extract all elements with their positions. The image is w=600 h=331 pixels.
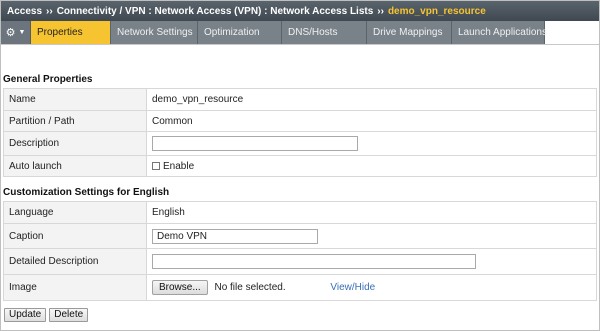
customization-heading: Customization Settings for English <box>3 187 170 198</box>
tab-optimization[interactable]: Optimization <box>198 21 282 44</box>
tab-network-settings[interactable]: Network Settings <box>111 21 198 44</box>
description-input[interactable] <box>152 136 358 151</box>
language-value: English <box>146 201 597 224</box>
breadcrumb-current: demo_vpn_resource <box>387 5 486 17</box>
general-properties-table: Name demo_vpn_resource Partition / Path … <box>3 88 597 177</box>
autolaunch-cell: Enable <box>146 155 597 177</box>
breadcrumb-separator: ›› <box>46 5 53 17</box>
tab-properties[interactable]: Properties <box>31 21 111 44</box>
tab-launch-applications[interactable]: Launch Applications <box>452 21 547 44</box>
general-properties-heading: General Properties <box>3 74 93 85</box>
image-label: Image <box>3 274 147 301</box>
breadcrumb: Access ›› Connectivity / VPN : Network A… <box>1 1 599 21</box>
caption-cell: Demo VPN <box>146 223 597 249</box>
autolaunch-enable-label[interactable]: Enable <box>163 161 194 172</box>
language-label: Language <box>3 201 147 224</box>
caption-input[interactable]: Demo VPN <box>152 228 318 244</box>
view-hide-link[interactable]: View/Hide <box>330 282 375 293</box>
partition-label: Partition / Path <box>3 110 147 132</box>
autolaunch-label: Auto launch <box>3 155 147 177</box>
settings-menu-button[interactable]: ⚙ ▼ <box>1 21 31 44</box>
detailed-description-label: Detailed Description <box>3 248 147 275</box>
browse-button[interactable]: Browse... <box>152 280 208 295</box>
detailed-description-input[interactable] <box>152 254 476 269</box>
name-label: Name <box>3 88 147 111</box>
description-label: Description <box>3 131 147 156</box>
caption-label: Caption <box>3 223 147 249</box>
autolaunch-checkbox[interactable] <box>152 161 160 170</box>
breadcrumb-item-access[interactable]: Access <box>7 6 42 17</box>
delete-button[interactable]: Delete <box>49 308 89 322</box>
name-value: demo_vpn_resource <box>146 88 597 111</box>
tab-bar: ⚙ ▼ Properties Network Settings Optimizat… <box>1 21 599 45</box>
gear-icon: ⚙ <box>5 27 16 39</box>
file-status: No file selected. <box>214 282 286 294</box>
update-button[interactable]: Update <box>4 308 47 322</box>
tab-dns-hosts[interactable]: DNS/Hosts <box>282 21 367 44</box>
image-cell: Browse... No file selected. View/Hide <box>146 274 597 301</box>
detailed-description-cell <box>146 248 597 275</box>
tab-drive-mappings[interactable]: Drive Mappings <box>367 21 452 44</box>
customization-table: Language English Caption Demo VPN Detail… <box>3 201 597 301</box>
breadcrumb-item-network-access-lists[interactable]: Connectivity / VPN : Network Access (VPN… <box>57 6 374 17</box>
form-actions: Update Delete <box>4 308 89 322</box>
breadcrumb-separator: ›› <box>377 5 384 17</box>
partition-value: Common <box>146 110 597 132</box>
chevron-down-icon: ▼ <box>18 29 26 36</box>
description-cell <box>146 131 597 156</box>
